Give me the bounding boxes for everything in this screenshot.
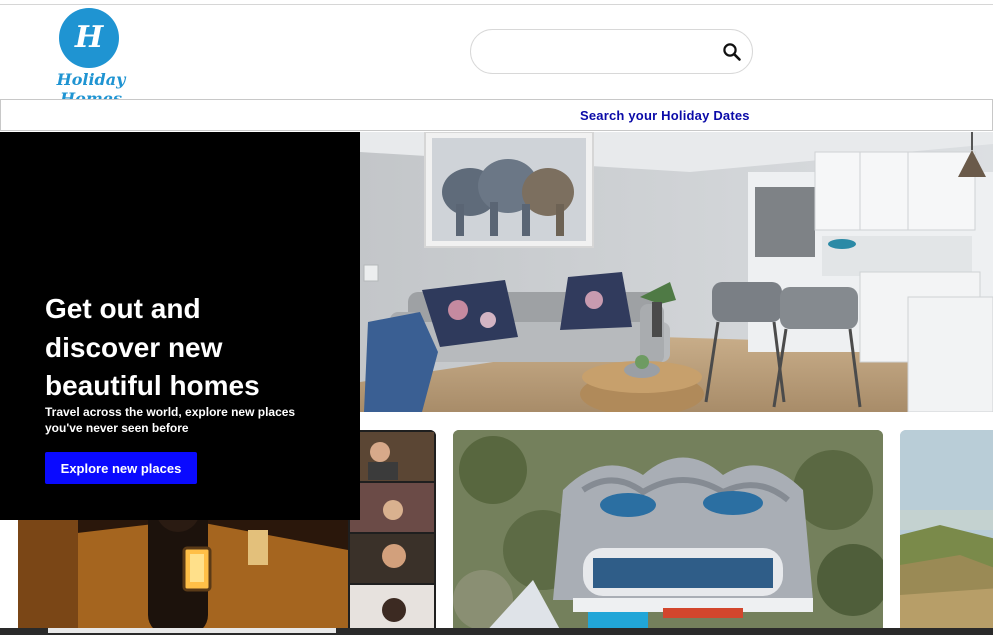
search-input[interactable] (485, 38, 719, 68)
wave-house-image (453, 430, 883, 635)
hero-image (360, 132, 993, 412)
card-beach-dunes[interactable] (900, 430, 993, 635)
beach-dunes-image (900, 430, 993, 635)
hero-panel: Get out and discover new beautiful homes… (0, 132, 360, 520)
search-holiday-dates-link[interactable]: Search your Holiday Dates (580, 108, 750, 123)
top-divider (0, 4, 993, 5)
card-wave-house[interactable] (453, 430, 883, 635)
logo[interactable]: H Holiday Homes (30, 8, 152, 108)
bottom-scrollbar-thumb[interactable] (48, 628, 336, 633)
hero-title: Get out and discover new beautiful homes (45, 293, 260, 401)
explore-new-places-button[interactable]: Explore new places (45, 452, 197, 484)
search-icon[interactable] (722, 42, 742, 62)
logo-icon: H (59, 8, 119, 68)
hero-subtitle: Travel across the world, explore new pla… (45, 405, 296, 435)
search-box[interactable] (470, 29, 753, 74)
living-room-illustration (360, 132, 993, 412)
dates-bar: Search your Holiday Dates (0, 99, 993, 131)
